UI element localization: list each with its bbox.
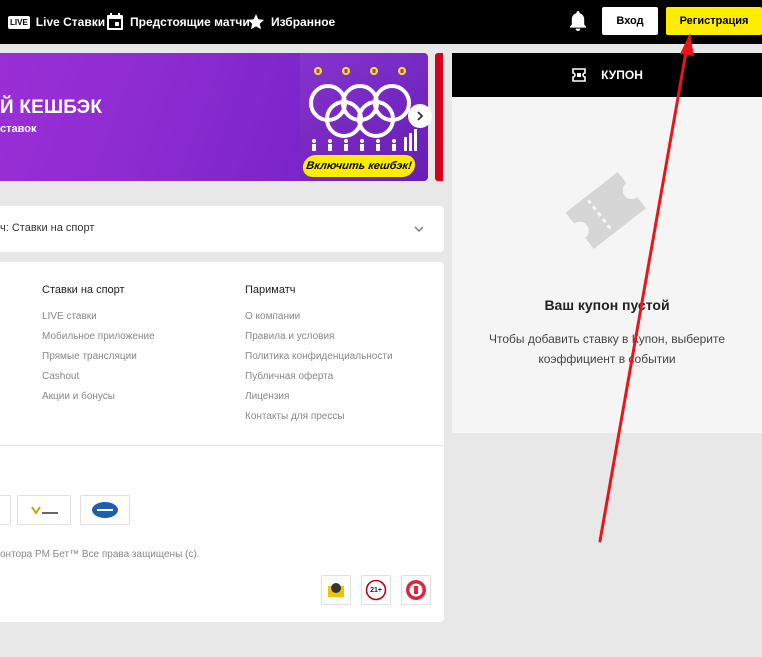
footer-link-live-streams[interactable]: Прямые трансляции xyxy=(42,351,137,362)
bell-icon[interactable] xyxy=(568,10,588,32)
nav-live-bets[interactable]: LIVE Live Ставки xyxy=(8,0,105,44)
partner-logo[interactable] xyxy=(80,495,130,525)
coupon-title: КУПОН xyxy=(601,68,643,82)
footer-column-title-parimatch: Париматч xyxy=(245,284,296,296)
footer-copyright: онтора РМ Бет™ Все права защищены (с). xyxy=(0,549,200,560)
partner-emblem-icon xyxy=(31,506,58,515)
footer-link-press[interactable]: Контакты для прессы xyxy=(245,411,345,422)
nav-upcoming-matches-label: Предстоящие матчи xyxy=(130,15,250,29)
section-dropdown[interactable]: ч: Ставки на спорт xyxy=(0,206,444,252)
nav-favorites-label: Избранное xyxy=(271,15,336,29)
footer-link-cashout[interactable]: Cashout xyxy=(42,371,79,382)
coupon-empty-title: Ваш купон пустой xyxy=(544,297,670,313)
footer-divider xyxy=(0,445,444,446)
footer-column-title-sports: Ставки на спорт xyxy=(42,284,125,296)
coupon-empty-hint: Чтобы добавить ставку в Купон, выберите … xyxy=(488,332,726,366)
age-21-label: 21+ xyxy=(370,586,382,594)
live-icon: LIVE xyxy=(8,15,30,29)
dropdown-selected-value: ч: Ставки на спорт xyxy=(0,222,95,234)
register-button[interactable]: Регистрация xyxy=(666,7,762,35)
next-banner-preview[interactable] xyxy=(435,53,443,181)
bet-coupon-panel: КУПОН Ваш купон пустой Чтобы добавить ст… xyxy=(452,53,762,433)
site-footer: Ставки на спорт LIVE ставки Мобильное пр… xyxy=(0,262,444,622)
regulator-emblem-icon xyxy=(328,583,344,597)
footer-link-public-offer[interactable]: Публичная оферта xyxy=(245,371,333,382)
footer-link-live-bets[interactable]: LIVE ставки xyxy=(42,311,97,322)
footer-link-license[interactable]: Лицензия xyxy=(245,391,289,402)
banner-title: Й КЕШБЭК xyxy=(0,97,103,118)
calendar-icon xyxy=(106,13,124,31)
enable-cashback-button[interactable]: Включить кешбэк! xyxy=(301,155,417,177)
footer-link-about[interactable]: О компании xyxy=(245,311,300,322)
empty-ticket-illustration xyxy=(565,171,646,249)
banner-next-button[interactable] xyxy=(408,104,432,128)
banner-subtitle: ставок xyxy=(0,123,37,135)
hand-stop-icon xyxy=(406,580,426,600)
top-navigation-bar: LIVE Live Ставки Предстоящие матчи Избра… xyxy=(0,0,762,44)
nav-upcoming-matches[interactable]: Предстоящие матчи xyxy=(106,0,250,44)
partner-logo[interactable] xyxy=(17,495,71,525)
login-button[interactable]: Вход xyxy=(602,7,658,35)
coupon-header[interactable]: КУПОН xyxy=(452,53,762,97)
star-icon xyxy=(247,13,265,31)
footer-link-promotions[interactable]: Акции и бонусы xyxy=(42,391,115,402)
nav-live-bets-label: Live Ставки xyxy=(35,15,106,29)
responsible-gaming-badge[interactable] xyxy=(401,575,431,605)
olympic-rings-illustration xyxy=(309,67,417,151)
regulator-badge[interactable] xyxy=(321,575,351,605)
nav-favorites[interactable]: Избранное xyxy=(247,0,335,44)
ticket-icon xyxy=(571,67,587,83)
age-restriction-badge[interactable]: 21+ xyxy=(361,575,391,605)
partner-logo-partial[interactable] xyxy=(0,495,11,525)
chevron-down-icon xyxy=(414,226,424,232)
partner-oval-logo-icon xyxy=(92,502,118,518)
footer-link-privacy[interactable]: Политика конфиденциальности xyxy=(245,351,393,362)
footer-link-mobile-app[interactable]: Мобильное приложение xyxy=(42,331,155,342)
chevron-right-icon xyxy=(417,111,424,121)
footer-link-terms[interactable]: Правила и условия xyxy=(245,331,334,342)
